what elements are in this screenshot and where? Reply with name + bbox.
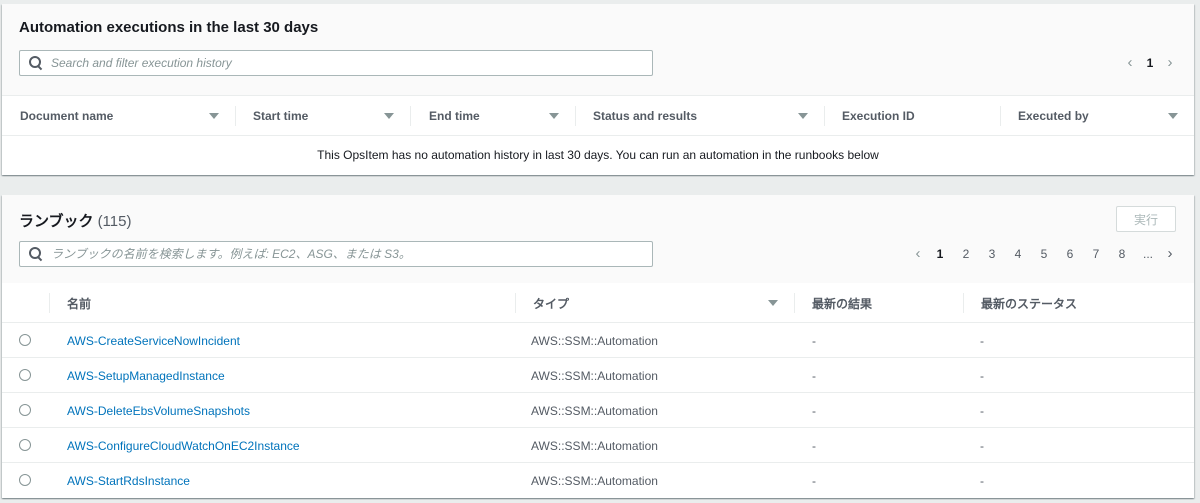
page-number[interactable]: 1 bbox=[1139, 56, 1161, 70]
page-number[interactable]: 8 bbox=[1109, 247, 1135, 261]
page-number[interactable]: 7 bbox=[1083, 247, 1109, 261]
search-icon bbox=[29, 247, 43, 261]
column-divider bbox=[515, 293, 516, 313]
executions-title: Automation executions in the last 30 day… bbox=[19, 19, 319, 36]
sort-caret-icon[interactable] bbox=[798, 113, 808, 119]
latest-result: - bbox=[812, 368, 816, 383]
latest-status: - bbox=[980, 473, 984, 488]
row-radio-button[interactable] bbox=[19, 439, 31, 451]
column-name[interactable]: 名前 bbox=[67, 283, 91, 323]
runbook-name-link[interactable]: AWS-DeleteEbsVolumeSnapshots bbox=[67, 393, 250, 428]
column-divider bbox=[963, 293, 964, 313]
runbook-name-link[interactable]: AWS-ConfigureCloudWatchOnEC2Instance bbox=[67, 428, 300, 463]
runbook-name-link[interactable]: AWS-StartRdsInstance bbox=[67, 463, 190, 498]
runbooks-count: (115) bbox=[97, 213, 132, 230]
runbook-name-link[interactable]: AWS-CreateServiceNowIncident bbox=[67, 323, 240, 358]
row-radio-button[interactable] bbox=[19, 474, 31, 486]
column-start-time[interactable]: Start time bbox=[253, 96, 308, 136]
column-divider bbox=[575, 106, 576, 126]
row-radio-button[interactable] bbox=[19, 369, 31, 381]
latest-status: - bbox=[980, 333, 984, 348]
column-divider bbox=[824, 106, 825, 126]
column-end-time[interactable]: End time bbox=[429, 96, 480, 136]
column-divider bbox=[794, 293, 795, 313]
runbooks-title-text: ランブック bbox=[19, 213, 94, 230]
next-page-icon[interactable]: › bbox=[1161, 54, 1179, 71]
row-radio-button[interactable] bbox=[19, 334, 31, 346]
page-number[interactable]: 5 bbox=[1031, 247, 1057, 261]
column-divider bbox=[235, 106, 236, 126]
previous-page-icon[interactable]: ‹ bbox=[1121, 54, 1139, 71]
column-latest-status[interactable]: 最新のステータス bbox=[981, 283, 1077, 323]
latest-status: - bbox=[980, 368, 984, 383]
latest-status: - bbox=[980, 403, 984, 418]
column-document-name[interactable]: Document name bbox=[20, 96, 113, 136]
column-latest-result[interactable]: 最新の結果 bbox=[812, 283, 872, 323]
executions-search-input[interactable] bbox=[51, 52, 652, 74]
executions-pagination: ‹ 1 › bbox=[1121, 54, 1179, 71]
run-button[interactable]: 実行 bbox=[1116, 206, 1176, 232]
page-number[interactable]: 6 bbox=[1057, 247, 1083, 261]
executions-table-header: Document name Start time End time Status… bbox=[2, 96, 1194, 136]
table-row[interactable]: AWS-CreateServiceNowIncident AWS::SSM::A… bbox=[2, 323, 1194, 358]
sort-caret-icon[interactable] bbox=[549, 113, 559, 119]
next-page-icon[interactable]: › bbox=[1161, 245, 1179, 262]
runbooks-search-input[interactable] bbox=[51, 243, 652, 265]
sort-caret-icon[interactable] bbox=[209, 113, 219, 119]
runbook-type: AWS::SSM::Automation bbox=[531, 403, 658, 418]
latest-status: - bbox=[980, 438, 984, 453]
page-number[interactable]: 3 bbox=[979, 247, 1005, 261]
runbooks-panel: ランブック(115) 実行 ‹ 1 2 3 4 5 6 7 8 ... › 名前… bbox=[2, 195, 1194, 498]
column-divider bbox=[49, 293, 50, 313]
latest-result: - bbox=[812, 403, 816, 418]
latest-result: - bbox=[812, 473, 816, 488]
column-status-and-results[interactable]: Status and results bbox=[593, 96, 697, 136]
runbooks-table-header: 名前 タイプ 最新の結果 最新のステータス bbox=[2, 283, 1194, 323]
row-radio-button[interactable] bbox=[19, 404, 31, 416]
column-divider bbox=[410, 106, 411, 126]
runbook-type: AWS::SSM::Automation bbox=[531, 333, 658, 348]
previous-page-icon[interactable]: ‹ bbox=[909, 245, 927, 262]
sort-caret-icon[interactable] bbox=[768, 300, 778, 306]
runbooks-pagination: ‹ 1 2 3 4 5 6 7 8 ... › bbox=[909, 245, 1179, 262]
runbooks-title: ランブック (115) bbox=[19, 210, 131, 231]
runbook-type: AWS::SSM::Automation bbox=[531, 368, 658, 383]
runbook-type: AWS::SSM::Automation bbox=[531, 473, 658, 488]
sort-caret-icon[interactable] bbox=[384, 113, 394, 119]
table-row[interactable]: AWS-DeleteEbsVolumeSnapshots AWS::SSM::A… bbox=[2, 393, 1194, 428]
empty-state-message: This OpsItem has no automation history i… bbox=[317, 148, 879, 162]
table-row[interactable]: AWS-SetupManagedInstance AWS::SSM::Autom… bbox=[2, 358, 1194, 393]
runbook-type: AWS::SSM::Automation bbox=[531, 438, 658, 453]
runbooks-search-box[interactable] bbox=[19, 241, 653, 267]
latest-result: - bbox=[812, 438, 816, 453]
search-icon bbox=[29, 56, 43, 70]
column-divider bbox=[1000, 106, 1001, 126]
page-number[interactable]: 1 bbox=[927, 247, 953, 261]
table-row[interactable]: AWS-StartRdsInstance AWS::SSM::Automatio… bbox=[2, 463, 1194, 498]
executions-panel-header: Automation executions in the last 30 day… bbox=[2, 4, 1194, 96]
runbook-name-link[interactable]: AWS-SetupManagedInstance bbox=[67, 358, 225, 393]
automation-executions-panel: Automation executions in the last 30 day… bbox=[2, 4, 1194, 175]
page-number[interactable]: 2 bbox=[953, 247, 979, 261]
runbooks-panel-header: ランブック(115) 実行 ‹ 1 2 3 4 5 6 7 8 ... › bbox=[2, 195, 1194, 283]
latest-result: - bbox=[812, 333, 816, 348]
column-execution-id[interactable]: Execution ID bbox=[842, 96, 915, 136]
page-number[interactable]: 4 bbox=[1005, 247, 1031, 261]
table-row[interactable]: AWS-ConfigureCloudWatchOnEC2Instance AWS… bbox=[2, 428, 1194, 463]
sort-caret-icon[interactable] bbox=[1168, 113, 1178, 119]
executions-search-box[interactable] bbox=[19, 50, 653, 76]
column-type[interactable]: タイプ bbox=[533, 283, 569, 323]
column-executed-by[interactable]: Executed by bbox=[1018, 96, 1089, 136]
page-ellipsis: ... bbox=[1142, 246, 1153, 261]
